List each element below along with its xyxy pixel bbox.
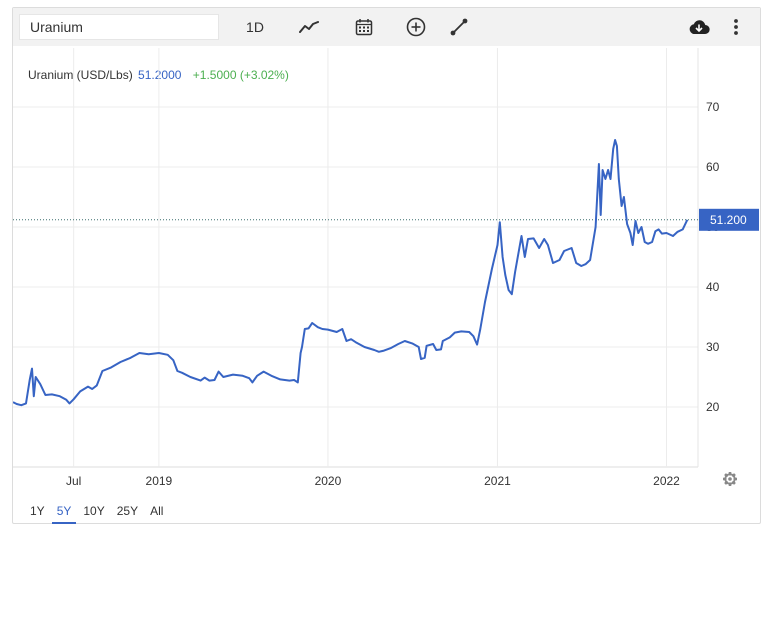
settings-gear-icon[interactable]: [723, 472, 737, 486]
x-tick-label: Jul: [66, 474, 81, 488]
range-button-25y[interactable]: 25Y: [112, 498, 143, 524]
range-selector: 1Y 5Y 10Y 25Y All: [25, 498, 170, 532]
chart-widget: Uranium 1D Uranium (USD/Lbs) 51.2000 +1.…: [12, 7, 761, 524]
y-tick-label: 40: [706, 280, 720, 294]
x-tick-label: 2022: [653, 474, 680, 488]
y-tick-label: 70: [706, 100, 720, 114]
range-button-1y[interactable]: 1Y: [25, 498, 50, 524]
x-tick-label: 2021: [484, 474, 511, 488]
x-tick-label: 2020: [315, 474, 342, 488]
y-tick-label: 30: [706, 340, 720, 354]
y-tick-label: 60: [706, 160, 720, 174]
x-tick-label: 2019: [146, 474, 173, 488]
range-button-10y[interactable]: 10Y: [78, 498, 109, 524]
y-tick-label: 20: [706, 400, 720, 414]
price-series-line: [13, 139, 689, 407]
range-button-5y[interactable]: 5Y: [51, 498, 77, 524]
range-button-all[interactable]: All: [145, 498, 168, 524]
price-chart[interactable]: 203040506070Jul201920202021202251.200: [13, 8, 760, 488]
price-tag-label: 51.200: [710, 213, 747, 227]
